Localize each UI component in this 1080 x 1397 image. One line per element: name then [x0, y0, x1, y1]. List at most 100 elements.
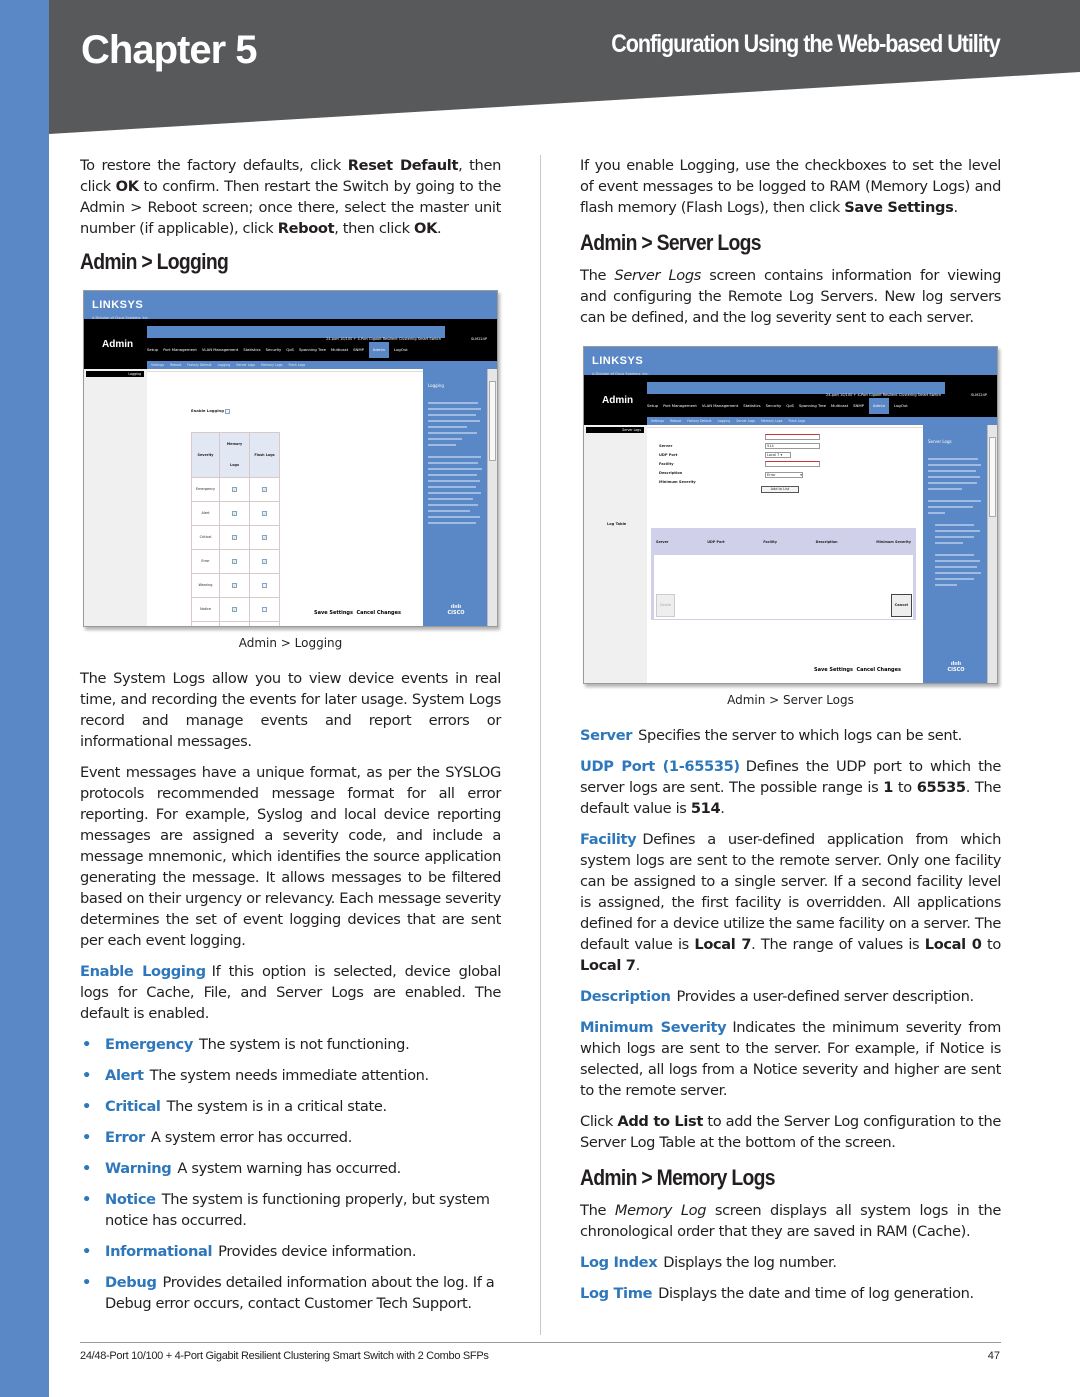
ui-min-severity-value: Error	[767, 473, 776, 477]
server-definition: Server Specifies the server to which logs…	[580, 725, 1001, 746]
ui-flash-log-checkbox[interactable]	[262, 582, 267, 588]
help-text-line	[928, 464, 982, 466]
ui-nav-setup[interactable]: Setup	[647, 404, 658, 408]
ui-cancel-button[interactable]: Cancel	[890, 594, 912, 617]
ui-nav-multicast[interactable]: Multicast	[831, 404, 848, 408]
ui-severity-row: Critical ✓ ✓	[191, 525, 280, 550]
ui-severity-row: Error ✓ ✓	[191, 549, 280, 574]
text: to	[981, 936, 1001, 953]
ui-nav-logout[interactable]: LogOut	[394, 348, 408, 352]
ui-server-input[interactable]	[765, 434, 820, 440]
cisco-wordmark: CISCO	[447, 610, 465, 616]
ui-nav-vlan-management[interactable]: VLAN Management	[702, 404, 738, 408]
ui-add-to-list-button[interactable]: Add to List	[761, 486, 799, 493]
ui-flash-cell: ✓	[249, 525, 280, 550]
ui-nav-multicast[interactable]: Multicast	[331, 348, 348, 352]
ui-scroll-thumb[interactable]	[989, 437, 996, 517]
ui-sidebar-item[interactable]: Server Logs	[586, 427, 644, 433]
text: .	[437, 220, 442, 237]
severity-list: • Emergency The system is not functioning.…	[80, 1034, 501, 1314]
help-text-line	[928, 470, 976, 472]
help-text-line	[428, 444, 456, 446]
ui-nav-spanning-tree[interactable]: Spanning Tree	[299, 348, 326, 352]
ui-footer-buttons: Save Settings Cancel Changes	[814, 660, 901, 681]
ui-flash-log-checkbox[interactable]: ✓	[262, 558, 267, 564]
ui-cancel-changes-button[interactable]: Cancel Changes	[856, 667, 901, 673]
ui-nav-statistics[interactable]: Statistics	[743, 404, 760, 408]
ui-nav-qos[interactable]: QoS	[286, 348, 294, 352]
ui-memory-log-checkbox[interactable]: ✓	[232, 558, 237, 564]
ui-col-flash-logs: Flash Logs	[249, 432, 280, 478]
ui-help-scrollbar[interactable]	[987, 425, 997, 683]
ui-memory-log-checkbox[interactable]: ✓	[232, 486, 237, 492]
cisco-logo: ılıılı CISCO	[934, 661, 978, 673]
ui-flash-log-checkbox[interactable]	[262, 606, 267, 612]
min-severity-definition: Minimum Severity Indicates the minimum se…	[580, 1017, 1001, 1101]
ui-severity-label: Critical	[191, 525, 220, 550]
ui-nav-statistics[interactable]: Statistics	[243, 348, 260, 352]
memory-logs-intro: The Memory Log screen displays all syste…	[580, 1200, 1001, 1242]
log-index-text: Displays the log number.	[663, 1254, 837, 1271]
ui-nav-vlan-management[interactable]: VLAN Management	[202, 348, 238, 352]
ui-nav-qos[interactable]: QoS	[786, 404, 794, 408]
ui-save-settings-button[interactable]: Save Settings	[314, 610, 353, 616]
ui-udp-port-input[interactable]: 514	[765, 443, 820, 449]
ui-memory-cell: ✓	[219, 573, 250, 598]
ui-description-input[interactable]	[765, 461, 820, 467]
ui-memory-log-checkbox[interactable]: ✓	[232, 534, 237, 540]
help-text-line	[934, 578, 974, 580]
add-to-list-term: Add to List	[617, 1113, 703, 1130]
ui-nav-admin[interactable]: Admin	[368, 342, 390, 358]
ui-severity-row: Alert ✓ ✓	[191, 501, 280, 526]
server-logs-italic: Server Logs	[614, 267, 701, 284]
ui-col-description: Description	[815, 540, 838, 544]
ui-nav-snmp[interactable]: SNMP	[353, 348, 364, 352]
ui-severity-row: Informational✓	[191, 621, 280, 626]
severity-term: Error	[105, 1129, 145, 1146]
ui-page-label: Admin	[602, 395, 634, 406]
ui-nav-spanning-tree[interactable]: Spanning Tree	[799, 404, 826, 408]
ui-min-severity-select[interactable]: Error ▾	[765, 472, 803, 478]
ui-memory-cell: ✓	[219, 549, 250, 574]
ui-delete-button[interactable]: Delete	[656, 594, 676, 617]
severity-term: Warning	[105, 1160, 172, 1177]
ui-nav-port-management[interactable]: Port Management	[663, 404, 697, 408]
ui-flash-log-checkbox[interactable]: ✓	[262, 534, 267, 540]
ui-enable-logging-label: Enable Logging	[191, 408, 224, 413]
enable-logging-paragraph: If you enable Logging, use the checkboxe…	[580, 155, 1001, 218]
ui-severity-label: Notice	[191, 597, 220, 622]
ui-facility-select[interactable]: Local 7 ▾	[765, 452, 791, 458]
ui-flash-cell: ✓	[249, 477, 280, 502]
ui-nav-port-management[interactable]: Port Management	[163, 348, 197, 352]
help-text-line	[428, 420, 480, 422]
ui-nav-snmp[interactable]: SNMP	[853, 404, 864, 408]
ui-nav-security[interactable]: Security	[766, 404, 782, 408]
ui-memory-log-checkbox[interactable]: ✓	[232, 510, 237, 516]
ui-sidebar-item[interactable]: Logging	[86, 371, 144, 377]
ui-severity-label: Warning	[191, 573, 220, 598]
ui-save-settings-button[interactable]: Save Settings	[814, 667, 853, 673]
ui-cancel-changes-button[interactable]: Cancel Changes	[356, 610, 401, 616]
min-severity-term: Minimum Severity	[580, 1019, 727, 1036]
help-text-line	[934, 530, 980, 532]
help-text-line	[428, 408, 482, 410]
severity-text: A system warning has occurred.	[177, 1160, 401, 1177]
ui-scroll-thumb[interactable]	[489, 381, 496, 461]
ui-help-scrollbar[interactable]	[487, 369, 497, 626]
ui-memory-log-checkbox[interactable]: ✓	[232, 606, 237, 612]
ui-nav-security[interactable]: Security	[266, 348, 282, 352]
ui-sidebar: Logging	[84, 369, 147, 626]
description-term: Description	[580, 988, 671, 1005]
severity-term: Critical	[105, 1098, 161, 1115]
ui-memory-cell: ✓	[219, 501, 250, 526]
ui-enable-logging-checkbox[interactable]	[225, 408, 231, 414]
help-text-line	[428, 480, 480, 482]
ui-memory-log-checkbox[interactable]: ✓	[232, 582, 237, 588]
ui-nav-setup[interactable]: Setup	[147, 348, 158, 352]
ui-nav-logout[interactable]: LogOut	[894, 404, 908, 408]
server-logs-screenshot: LINKSYS A Division of Cisco Systems, Inc…	[583, 346, 998, 684]
ui-flash-log-checkbox[interactable]: ✓	[262, 510, 267, 516]
ui-flash-log-checkbox[interactable]: ✓	[262, 486, 267, 492]
ui-enable-logging-row: Enable Logging	[191, 400, 231, 421]
ui-nav-admin[interactable]: Admin	[868, 398, 890, 414]
